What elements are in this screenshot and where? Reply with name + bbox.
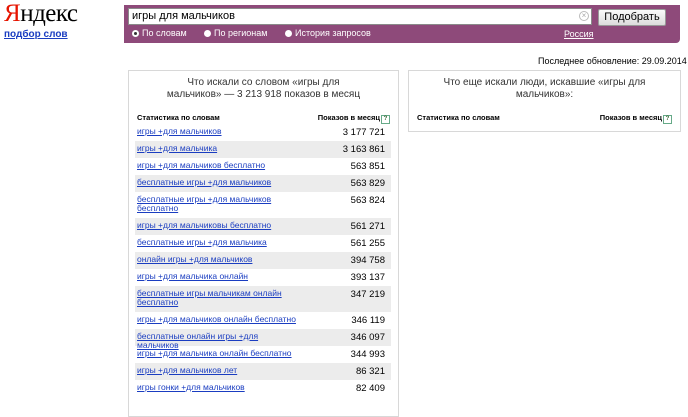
left-panel: Что искали со словом «игры для мальчиков… [128, 70, 399, 417]
impression-count: 394 758 [350, 255, 385, 266]
clear-icon[interactable]: × [579, 11, 589, 21]
keyword-link[interactable]: игры +для мальчиков бесплатно [137, 161, 302, 170]
yandex-logo[interactable]: Яндекс [4, 0, 78, 28]
impression-count: 346 097 [350, 332, 385, 343]
table-row: игры +для мальчика онлайн 393 137 [135, 269, 391, 286]
keyword-table: игры +для мальчиков 3 177 721 игры +для ма… [135, 124, 391, 397]
radio-history[interactable]: История запросов [285, 28, 371, 38]
impression-count: 563 824 [350, 195, 385, 206]
radio-label: По словам [142, 28, 187, 38]
table-row: бесплатные онлайн игры +для мальчиков 346… [135, 329, 391, 350]
table-row: игры +для мальчиков 3 177 721 [135, 124, 391, 141]
impression-count: 393 137 [350, 272, 385, 283]
keyword-link[interactable]: игры +для мальчика онлайн бесплатно [137, 349, 302, 358]
radio-dot [285, 30, 292, 37]
keyword-link[interactable]: игры +для мальчика [137, 144, 302, 153]
radio-dot [132, 30, 139, 37]
impression-count: 563 829 [350, 178, 385, 189]
table-row: бесплатные игры +для мальчика 561 255 [135, 235, 391, 252]
impression-count: 3 163 861 [342, 144, 385, 155]
column-count-label: Показов в месяц [317, 113, 380, 122]
left-panel-title: Что искали со словом «игры для мальчиков… [166, 77, 361, 100]
wordstat-link[interactable]: подбор слов [4, 29, 68, 40]
search-button[interactable]: Подобрать [598, 9, 666, 26]
region-link[interactable]: Россия [564, 29, 594, 39]
column-count-header: Показов в месяц? [318, 113, 390, 124]
keyword-link[interactable]: бесплатные игры +для мальчика [137, 238, 302, 247]
keyword-link[interactable]: бесплатные игры +для мальчиков [137, 178, 302, 187]
keyword-link[interactable]: игры +для мальчиков [137, 127, 302, 136]
keyword-link[interactable]: игры +для мальчиков лет [137, 366, 302, 375]
table-row: игры +для мальчиковы бесплатно 561 271 [135, 218, 391, 235]
radio-by-words[interactable]: По словам [132, 28, 187, 38]
table-row: бесплатные игры мальчикам онлайн бесплат… [135, 286, 391, 312]
keyword-link[interactable]: игры гонки +для мальчиков [137, 383, 302, 392]
impression-count: 561 271 [350, 221, 385, 232]
keyword-link[interactable]: бесплатные игры мальчикам онлайн бесплат… [137, 289, 302, 307]
help-icon[interactable]: ? [381, 115, 390, 124]
table-row: игры +для мальчиков онлайн бесплатно 346 … [135, 312, 391, 329]
logo-letter: Я [4, 0, 21, 27]
table-row: игры +для мальчиков лет 86 321 [135, 363, 391, 380]
impression-count: 3 177 721 [342, 127, 385, 138]
right-panel: Что еще искали люди, искавшие «игры для … [408, 70, 681, 132]
search-input[interactable]: игры для мальчиков [128, 8, 592, 25]
impression-count: 347 219 [350, 289, 385, 300]
table-row: бесплатные игры +для мальчиков бесплатно… [135, 192, 391, 218]
keyword-link[interactable]: игры +для мальчика онлайн [137, 272, 302, 281]
radio-label: По регионам [214, 28, 268, 38]
column-count-header: Показов в месяц? [600, 113, 672, 124]
keyword-link[interactable]: бесплатные игры +для мальчиков бесплатно [137, 195, 302, 213]
impression-count: 82 409 [355, 383, 385, 394]
impression-count: 563 851 [350, 161, 385, 172]
keyword-link[interactable]: игры +для мальчиков онлайн бесплатно [137, 315, 302, 324]
table-row: игры +для мальчиков бесплатно 563 851 [135, 158, 391, 175]
table-row: бесплатные игры +для мальчиков 563 829 [135, 175, 391, 192]
radio-by-regions[interactable]: По регионам [204, 28, 267, 38]
radio-dot [204, 30, 211, 37]
column-keyword-header: Статистика по словам [417, 113, 500, 122]
last-updated: Последнее обновление: 29.09.2014 [538, 56, 687, 66]
logo-text: ндекс [20, 0, 78, 27]
impression-count: 561 255 [350, 238, 385, 249]
keyword-link[interactable]: игры +для мальчиковы бесплатно [137, 221, 302, 230]
column-count-label: Показов в месяц [599, 113, 662, 122]
impression-count: 86 321 [355, 366, 385, 377]
help-icon[interactable]: ? [663, 115, 672, 124]
radio-label: История запросов [295, 28, 371, 38]
table-row: игры +для мальчика 3 163 861 [135, 141, 391, 158]
table-row: онлайн игры +для мальчиков 394 758 [135, 252, 391, 269]
impression-count: 346 119 [351, 315, 385, 326]
right-panel-title: Что еще искали люди, искавшие «игры для … [443, 77, 646, 100]
table-row: игры +для мальчика онлайн бесплатно 344 9… [135, 346, 391, 363]
keyword-link[interactable]: онлайн игры +для мальчиков [137, 255, 302, 264]
impression-count: 344 993 [350, 349, 385, 360]
column-keyword-header: Статистика по словам [137, 113, 220, 122]
table-row: игры гонки +для мальчиков 82 409 [135, 380, 391, 397]
